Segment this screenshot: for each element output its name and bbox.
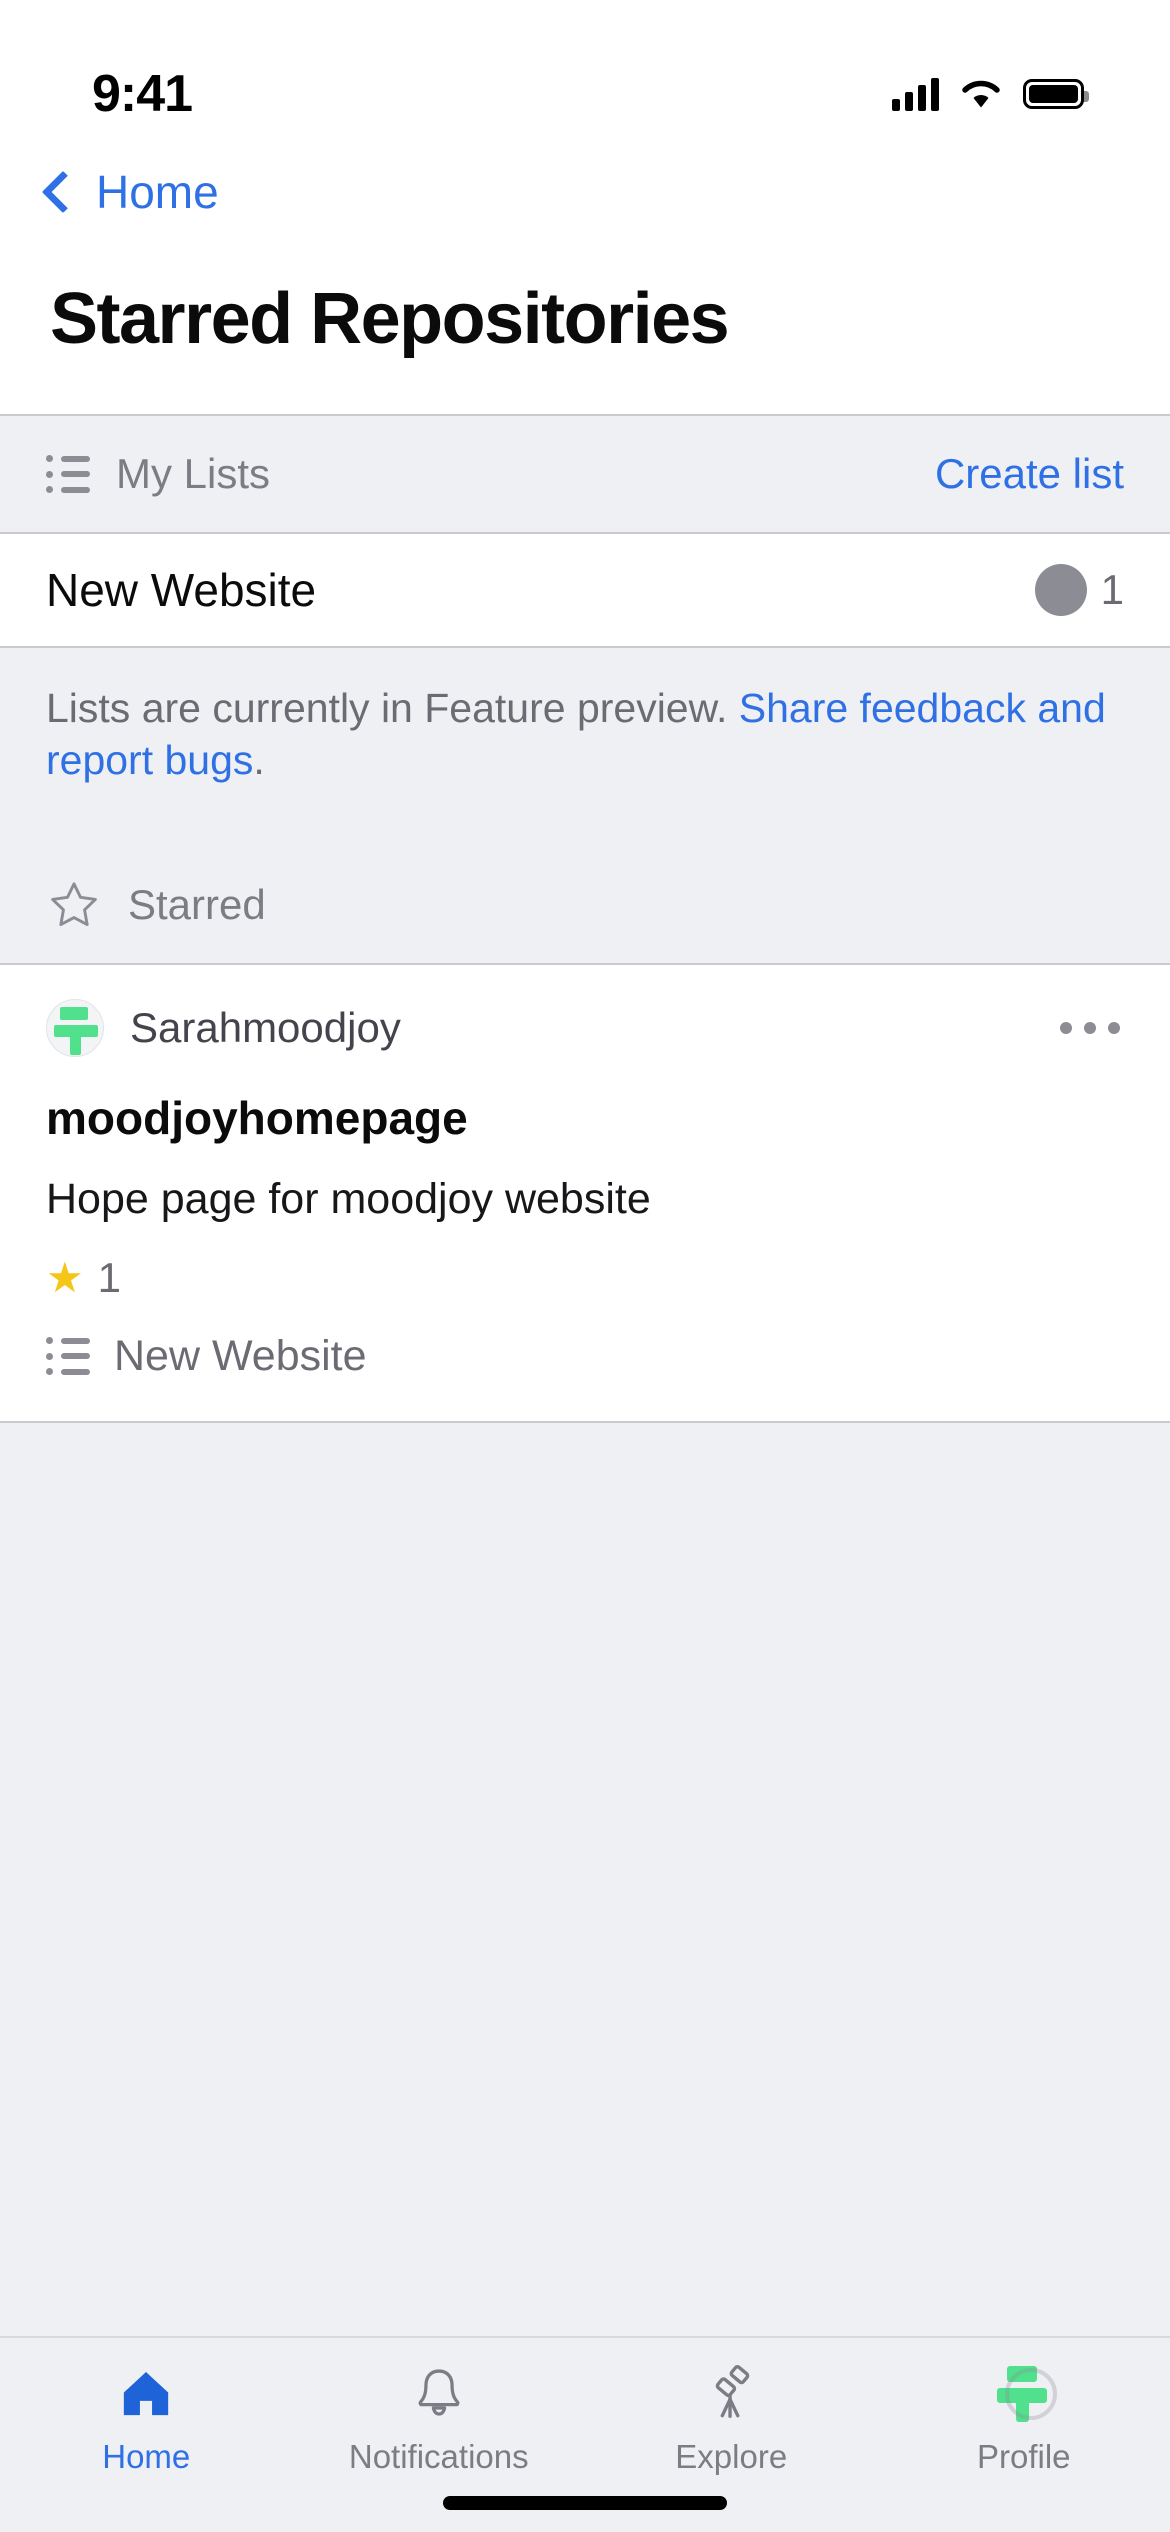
create-list-button[interactable]: Create list — [935, 450, 1124, 498]
telescope-icon — [697, 2362, 765, 2424]
my-lists-label: My Lists — [116, 450, 271, 497]
profile-avatar-icon — [990, 2362, 1058, 2424]
starred-label: Starred — [128, 880, 266, 928]
my-lists-section-header: My Lists Create list — [0, 416, 1170, 532]
cellular-signal-icon — [892, 77, 939, 111]
status-bar: 9:41 — [0, 0, 1170, 150]
repository-owner-name: Sarahmoodjoy — [130, 1003, 401, 1051]
list-item-new-website[interactable]: New Website 1 — [0, 534, 1170, 646]
wifi-icon — [962, 80, 1000, 108]
list-unordered-icon — [46, 455, 90, 493]
list-unordered-icon — [46, 1337, 90, 1376]
tab-notifications-label: Notifications — [348, 2438, 529, 2475]
repository-star-count: 1 — [97, 1253, 122, 1301]
starred-label-group: Starred — [46, 878, 266, 932]
empty-space — [0, 1422, 1170, 2063]
tab-profile[interactable]: Profile — [878, 2338, 1170, 2532]
my-lists-label-group: My Lists — [46, 450, 270, 498]
moodjoy-avatar-icon — [46, 998, 104, 1057]
repository-list-tag[interactable]: New Website — [46, 1332, 1124, 1381]
status-bar-indicators — [892, 77, 1089, 111]
star-outline-icon — [51, 882, 97, 926]
chevron-left-icon — [41, 170, 85, 214]
home-icon — [112, 2362, 180, 2424]
tab-bar: Home Notifications Explore Profile — [0, 2336, 1170, 2532]
list-item-meta: 1 — [1034, 564, 1124, 616]
notice-text-end: . — [253, 737, 265, 784]
feature-preview-notice: Lists are currently in Feature preview. … — [0, 648, 1170, 847]
repository-owner[interactable]: Sarahmoodjoy — [46, 998, 401, 1057]
back-button-label: Home — [96, 166, 219, 218]
tab-explore-label: Explore — [675, 2438, 788, 2475]
list-item-label: New Website — [46, 564, 317, 616]
battery-icon — [1023, 79, 1089, 109]
owner-avatar-icon — [1034, 564, 1087, 616]
repository-description: Hope page for moodjoy website — [46, 1174, 651, 1223]
list-item-count: 1 — [1100, 566, 1124, 613]
screen: 9:41 Home Starred Repositories My Lists … — [0, 0, 1170, 2532]
repository-list-name: New Website — [114, 1331, 367, 1380]
nav-bar: Home Starred Repositories — [0, 150, 1170, 414]
starred-section-header: Starred — [0, 846, 1170, 963]
status-bar-clock: 9:41 — [92, 65, 193, 123]
repository-stars: ★ 1 — [46, 1254, 1124, 1302]
tab-profile-label: Profile — [976, 2438, 1071, 2475]
tab-home-label: Home — [102, 2438, 191, 2475]
back-button[interactable]: Home — [41, 150, 1128, 234]
star-filled-icon: ★ — [46, 1253, 84, 1301]
repository-card-header: Sarahmoodjoy — [46, 998, 1124, 1057]
repository-name[interactable]: moodjoyhomepage — [46, 1091, 1124, 1145]
notice-text: Lists are currently in Feature preview. — [46, 685, 739, 731]
tab-home[interactable]: Home — [0, 2338, 293, 2532]
home-indicator — [443, 2496, 727, 2510]
kebab-menu-icon[interactable] — [1056, 1008, 1124, 1048]
bell-icon — [405, 2362, 473, 2424]
repository-card[interactable]: Sarahmoodjoy moodjoyhomepage Hope page f… — [0, 964, 1170, 1421]
page-title: Starred Repositories — [50, 279, 730, 359]
